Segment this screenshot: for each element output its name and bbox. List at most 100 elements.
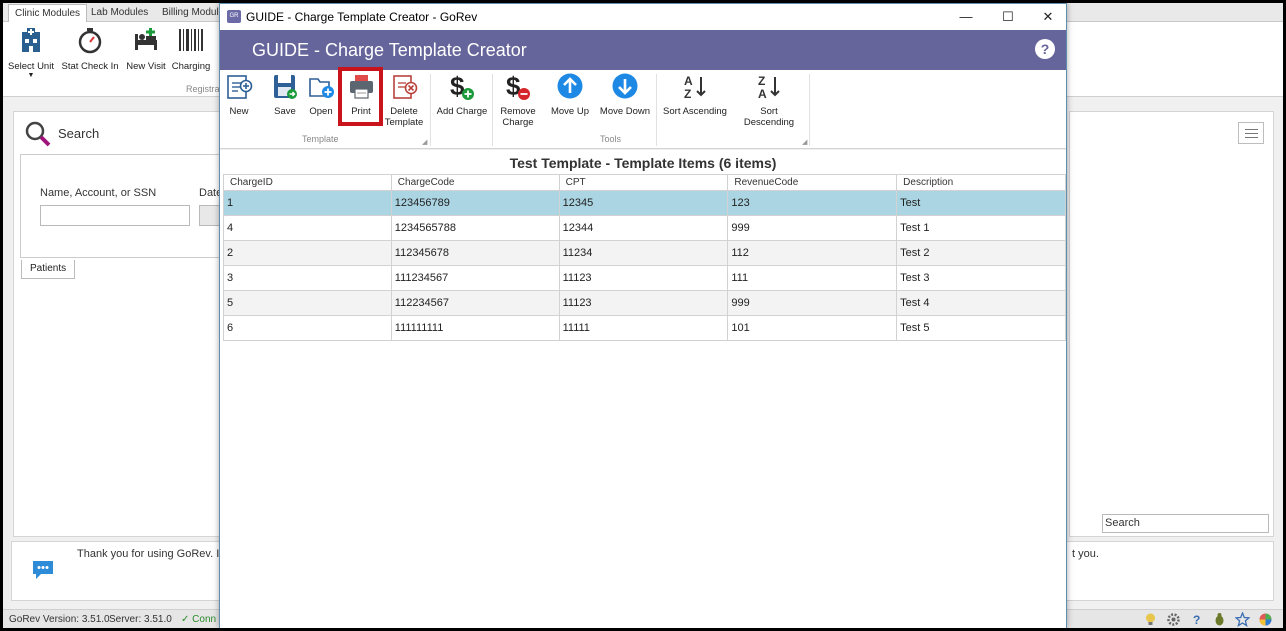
svg-text:Z: Z: [758, 74, 765, 88]
template-group-expand-icon[interactable]: ◢: [422, 138, 427, 146]
sort-descending-button[interactable]: ZA Sort Descending: [734, 72, 804, 128]
sort-descending-label: Sort Descending: [743, 106, 795, 128]
right-search-input[interactable]: Search: [1102, 514, 1269, 533]
ribbon-group-separator: [430, 74, 431, 146]
cell-revenuecode: 101: [727, 315, 898, 341]
new-document-icon: [227, 75, 253, 99]
save-button[interactable]: Save: [270, 72, 300, 117]
cell-description: Test: [896, 190, 1066, 216]
cell-chargecode: 112345678: [390, 240, 560, 266]
lightbulb-icon[interactable]: [1143, 612, 1158, 627]
new-label: New: [229, 106, 249, 117]
status-icons: ?: [1143, 612, 1273, 627]
template-items-panel: Test Template - Template Items (6 items)…: [220, 150, 1066, 628]
table-row[interactable]: 2 112345678 11234 112 Test 2: [223, 240, 1066, 266]
arrow-down-icon: [612, 73, 638, 99]
select-unit-button[interactable]: Select Unit ▼: [8, 26, 54, 79]
delete-template-button[interactable]: Delete Template: [384, 72, 424, 128]
bug-icon[interactable]: [1212, 612, 1227, 627]
column-header-chargecode[interactable]: ChargeCode: [390, 174, 560, 191]
cell-description: Test 1: [896, 215, 1066, 241]
stat-check-in-button[interactable]: Stat Check In: [61, 26, 119, 72]
window-title: GUIDE - Charge Template Creator - GoRev: [246, 10, 478, 24]
header-band: GUIDE - Charge Template Creator ?: [220, 30, 1066, 70]
stat-check-in-label: Stat Check In: [61, 61, 119, 72]
delete-label-line2: Template: [384, 117, 424, 128]
cell-chargeid: 4: [223, 215, 392, 241]
table-row[interactable]: 3 111234567 11123 111 Test 3: [223, 265, 1066, 291]
column-header-revenuecode[interactable]: RevenueCode: [727, 174, 898, 191]
dropdown-arrow-icon: ▼: [27, 72, 35, 79]
print-highlight-box: [338, 67, 383, 126]
tab-clinic-modules[interactable]: Clinic Modules: [8, 4, 88, 22]
select-unit-label: Select Unit: [8, 61, 54, 72]
help-icon[interactable]: ?: [1189, 612, 1204, 627]
remove-charge-button[interactable]: $ Remove Charge: [498, 72, 538, 128]
tab-patients[interactable]: Patients: [21, 260, 76, 279]
maximize-button[interactable]: ☐: [988, 4, 1028, 30]
cell-cpt: 12344: [558, 215, 729, 241]
delete-label-line1: Delete: [390, 106, 418, 117]
message-text-tail: t you.: [1072, 548, 1099, 560]
barcode-icon: [179, 29, 203, 51]
dollar-add-icon: $: [450, 72, 474, 101]
cell-description: Test 3: [896, 265, 1066, 291]
remove-label-line1: Remove: [500, 106, 536, 117]
open-button[interactable]: Open: [306, 72, 336, 117]
table-row[interactable]: 1 123456789 12345 123 Test: [223, 190, 1066, 216]
sort-ascending-button[interactable]: AZ Sort Ascending: [662, 72, 728, 117]
search-title: Search: [58, 126, 100, 141]
star-icon[interactable]: [1235, 612, 1250, 627]
window-titlebar[interactable]: GR GUIDE - Charge Template Creator - GoR…: [220, 4, 1066, 30]
cell-revenuecode: 999: [727, 215, 898, 241]
table-row[interactable]: 5 112234567 11123 999 Test 4: [223, 290, 1066, 316]
move-up-button[interactable]: Move Up: [550, 72, 590, 117]
color-wheel-icon[interactable]: [1258, 612, 1273, 627]
open-label: Open: [309, 106, 333, 117]
sort-ascending-icon: AZ: [684, 74, 706, 101]
search-criteria-box: Name, Account, or SSN Date: [20, 154, 229, 258]
tab-lab-modules[interactable]: Lab Modules: [85, 4, 154, 22]
app-frame: Clinic Modules Lab Modules Billing Modul…: [3, 3, 1283, 628]
minimize-button[interactable]: —: [946, 4, 986, 30]
add-charge-button[interactable]: $ Add Charge: [436, 72, 488, 117]
new-visit-button[interactable]: New Visit: [125, 26, 167, 72]
cell-cpt: 11111: [558, 315, 729, 341]
template-group-label: Template: [302, 134, 339, 144]
column-header-description[interactable]: Description: [896, 174, 1066, 191]
grid-title: Test Template - Template Items (6 items): [509, 155, 777, 171]
version-text: GoRev Version: 3.51.0: [9, 614, 110, 625]
help-button[interactable]: ?: [1035, 39, 1055, 59]
message-text: Thank you for using GoRev. It: [77, 548, 223, 560]
cell-chargecode: 112234567: [390, 290, 560, 316]
new-visit-label: New Visit: [126, 61, 166, 72]
move-up-label: Move Up: [550, 106, 589, 117]
dollar-remove-icon: $: [506, 72, 530, 101]
charging-label: Charging: [171, 61, 211, 72]
column-header-cpt[interactable]: CPT: [558, 174, 729, 191]
magnifier-icon: [25, 121, 51, 147]
cell-chargecode: 1234565788: [390, 215, 560, 241]
cell-revenuecode: 111: [727, 265, 898, 291]
svg-text:Z: Z: [684, 87, 691, 101]
gear-icon[interactable]: [1166, 612, 1181, 627]
close-button[interactable]: ✕: [1028, 4, 1068, 30]
name-account-ssn-input[interactable]: [40, 205, 190, 226]
table-row[interactable]: 4 1234565788 12344 999 Test 1: [223, 215, 1066, 241]
floppy-disk-icon: [274, 75, 297, 99]
cell-chargecode: 111111111: [390, 315, 560, 341]
save-label: Save: [274, 106, 296, 117]
cell-cpt: 12345: [558, 190, 729, 216]
search-panel: Search Name, Account, or SSN Date Patien…: [13, 111, 229, 537]
table-row[interactable]: 6 111111111 11111 101 Test 5: [223, 315, 1066, 341]
move-down-button[interactable]: Move Down: [598, 72, 652, 117]
tools-group-expand-icon[interactable]: ◢: [802, 138, 807, 146]
column-header-chargeid[interactable]: ChargeID: [223, 174, 392, 191]
cell-revenuecode: 999: [727, 290, 898, 316]
charging-button[interactable]: Charging: [171, 26, 211, 72]
hamburger-menu-button[interactable]: [1238, 122, 1264, 144]
cell-description: Test 2: [896, 240, 1066, 266]
svg-text:?: ?: [1193, 613, 1200, 627]
new-button[interactable]: New: [224, 72, 254, 117]
hospital-icon: [22, 28, 40, 52]
